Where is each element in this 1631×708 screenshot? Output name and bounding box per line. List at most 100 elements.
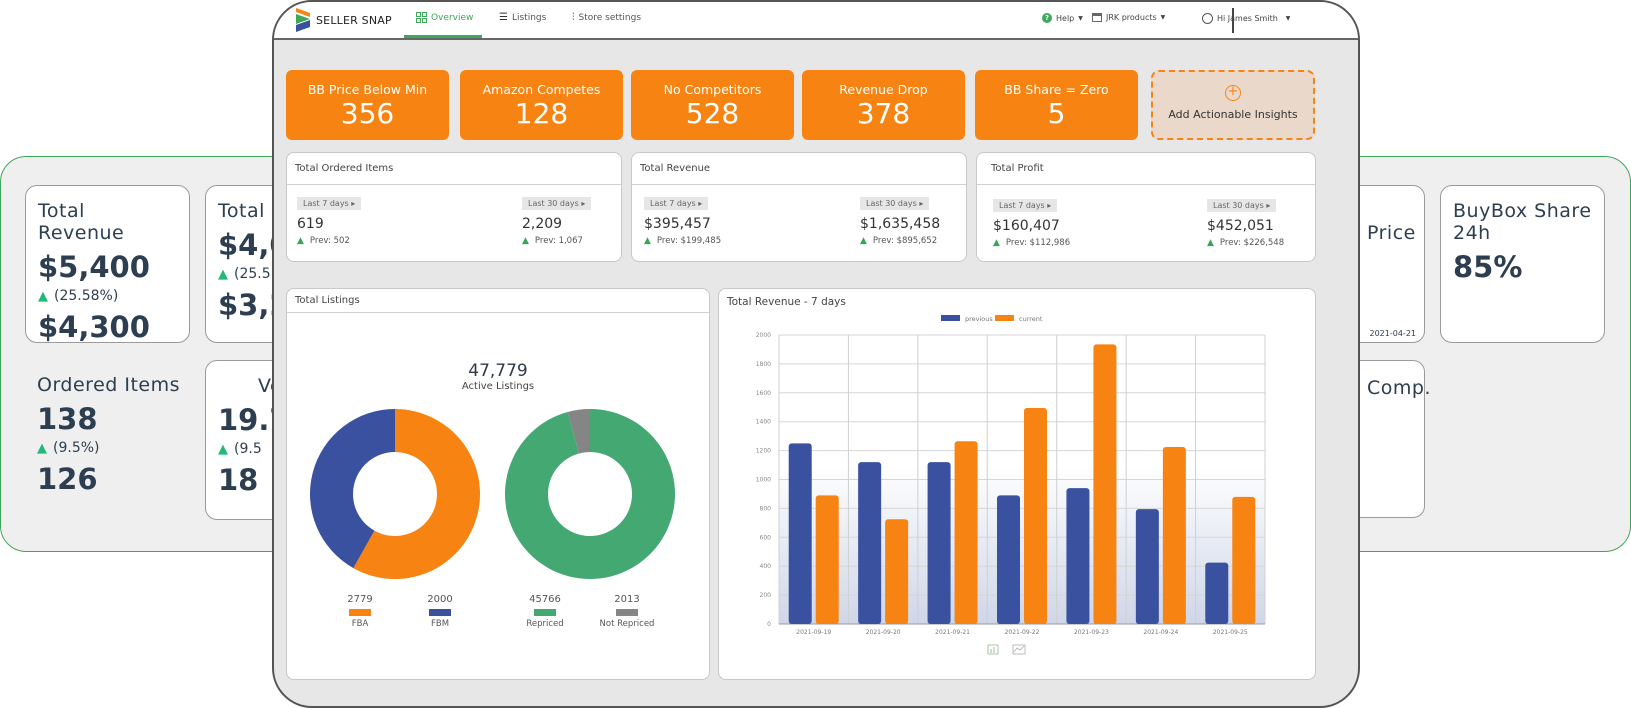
bg-card-ordered-items: Ordered Items 138 ▲ (9.5%) 126: [25, 360, 195, 520]
insight-value: 5: [1047, 97, 1066, 130]
legend-swatch-previous[interactable]: [941, 315, 960, 321]
caret-down-icon: ▼: [1285, 15, 1291, 22]
user-menu[interactable]: Hi James Smith ▼: [1202, 13, 1290, 24]
y-tick-label: 400: [760, 563, 772, 570]
stat-prev: Prev: 1,067: [534, 236, 583, 246]
stat-prev: Prev: 502: [309, 236, 350, 246]
stat-card-total-revenue: Total Revenue Last 7 days ▸ $395,457 ▲ Pr…: [631, 152, 967, 262]
stat-period-7-days: Last 7 days ▸ 619 ▲ Prev: 502: [297, 191, 362, 246]
store-icon: [1092, 13, 1102, 22]
period-button[interactable]: Last 7 days ▸: [993, 199, 1058, 212]
add-actionable-insights-button[interactable]: + Add Actionable Insights: [1151, 70, 1315, 140]
period-button[interactable]: Last 7 days ▸: [644, 197, 709, 210]
stat-prev: Prev: $112,986: [1005, 238, 1071, 248]
total-listings-card: Total Listings 47,779 Active Listings 27…: [286, 288, 710, 680]
store-selector[interactable]: JRK products ▼: [1092, 13, 1165, 22]
revenue-chart-card: Total Revenue - 7 days 0 200 400 600 800 1000…: [718, 288, 1316, 680]
user-greeting: Hi James Smith: [1217, 14, 1278, 23]
bar-previous-2021-09-23[interactable]: [1066, 488, 1090, 624]
legend-not-repriced: 2013 Not Repriced: [587, 594, 667, 629]
x-tick-label: 2021-09-22: [1005, 629, 1040, 636]
legend-value: 45766: [529, 594, 561, 605]
up-arrow-icon: ▲: [218, 267, 228, 282]
store-name: JRK products: [1106, 13, 1157, 22]
bar-current-2021-09-22[interactable]: [1024, 407, 1047, 624]
sliders-icon: ⫶: [572, 12, 575, 23]
bg-card-title: Total Revenue: [38, 200, 125, 244]
card-title: Total Ordered Items: [287, 153, 621, 185]
period-button[interactable]: Last 30 days ▸: [860, 197, 930, 210]
bar-previous-2021-09-20[interactable]: [858, 462, 882, 624]
stat-prev: Prev: $895,652: [872, 236, 938, 246]
bar-current-2021-09-24[interactable]: [1162, 446, 1186, 624]
stat-value: $160,407: [993, 218, 1060, 234]
legend-value: 2013: [614, 594, 640, 605]
bar-previous-2021-09-21[interactable]: [927, 462, 951, 624]
help-icon: ?: [1042, 13, 1052, 23]
legend-label-previous[interactable]: previous: [965, 315, 993, 323]
brand-name: SELLER SNAP: [316, 13, 392, 27]
insight-label: No Competitors: [663, 82, 762, 97]
up-arrow-icon: ▲: [1207, 238, 1214, 248]
y-tick-label: 1800: [756, 361, 771, 368]
legend-swatch-current[interactable]: [995, 315, 1014, 321]
listings-donut-charts: [310, 409, 675, 579]
nav-tab-listings[interactable]: ☰ Listings: [499, 12, 546, 23]
insight-tile-bb-price-below-min[interactable]: BB Price Below Min 356: [286, 70, 449, 140]
up-arrow-icon: ▲: [37, 441, 47, 456]
legend-label-current[interactable]: current: [1019, 315, 1043, 323]
nav-tab-store-settings[interactable]: ⫶ Store settings: [572, 12, 641, 23]
legend-label: FBA: [351, 619, 369, 629]
caret-down-icon: ▼: [1160, 14, 1166, 21]
line-chart-icon[interactable]: [1012, 644, 1026, 655]
insight-label: Revenue Drop: [839, 82, 928, 97]
bar-current-2021-09-25[interactable]: [1232, 496, 1256, 624]
insight-tile-no-competitors[interactable]: No Competitors 528: [631, 70, 794, 140]
up-arrow-icon: ▲: [218, 442, 228, 457]
active-listings-summary: 47,779 Active Listings: [287, 361, 709, 392]
help-label: Help: [1056, 13, 1075, 23]
bg-card-change: (25.58%): [54, 288, 119, 304]
bar-chart-icon[interactable]: [987, 644, 999, 655]
bg-card-change: (9.5: [234, 441, 262, 457]
bar-previous-2021-09-25[interactable]: [1205, 562, 1229, 624]
brand-logo[interactable]: SELLER SNAP: [296, 8, 392, 32]
bar-current-2021-09-20[interactable]: [885, 519, 909, 624]
legend-swatch: [349, 609, 371, 616]
help-menu[interactable]: ? Help ▼: [1042, 13, 1083, 23]
revenue-bar-chart: 0 200 400 600 800 1000 1200 1400 1600 1800 2000 202…: [756, 315, 1266, 655]
bg-card-date: 2021-04-21: [1369, 329, 1417, 338]
bar-current-2021-09-19[interactable]: [815, 495, 839, 624]
y-tick-label: 0: [767, 621, 771, 628]
bar-previous-2021-09-22[interactable]: [997, 495, 1020, 624]
bar-current-2021-09-23[interactable]: [1093, 344, 1117, 624]
bar-previous-2021-09-19[interactable]: [788, 443, 812, 624]
insight-tile-revenue-drop[interactable]: Revenue Drop 378: [802, 70, 965, 140]
x-tick-label: 2021-09-19: [796, 629, 831, 636]
legend-repriced: 45766 Repriced: [505, 594, 585, 629]
active-listings-count: 47,779: [468, 361, 528, 381]
insight-value: 378: [856, 97, 911, 130]
insight-label: BB Share = Zero: [1004, 82, 1109, 97]
add-insights-label: Add Actionable Insights: [1168, 108, 1298, 121]
card-title: Total Listings: [287, 289, 709, 313]
seller-snap-logo-icon: [296, 8, 310, 32]
insight-tile-amazon-competes[interactable]: Amazon Competes 128: [460, 70, 623, 140]
x-tick-label: 2021-09-24: [1143, 629, 1178, 636]
nav-tab-overview[interactable]: Overview: [416, 12, 473, 23]
x-tick-label: 2021-09-23: [1074, 629, 1109, 636]
stat-value: $452,051: [1207, 218, 1274, 234]
period-button[interactable]: Last 30 days ▸: [522, 197, 592, 210]
insight-label: Amazon Competes: [482, 82, 601, 97]
legend-value: 2779: [347, 594, 373, 605]
nav-tab-label: Store settings: [578, 12, 642, 23]
bar-current-2021-09-21[interactable]: [954, 441, 978, 624]
y-tick-label: 200: [760, 592, 772, 599]
y-tick-label: 600: [760, 534, 772, 541]
insight-tile-bb-share-zero[interactable]: BB Share = Zero 5: [975, 70, 1138, 140]
stat-prev: Prev: $199,485: [656, 236, 722, 246]
period-button[interactable]: Last 30 days ▸: [1207, 199, 1277, 212]
period-button[interactable]: Last 7 days ▸: [297, 197, 362, 210]
bar-previous-2021-09-24[interactable]: [1135, 509, 1159, 624]
stat-value: $395,457: [644, 216, 711, 232]
